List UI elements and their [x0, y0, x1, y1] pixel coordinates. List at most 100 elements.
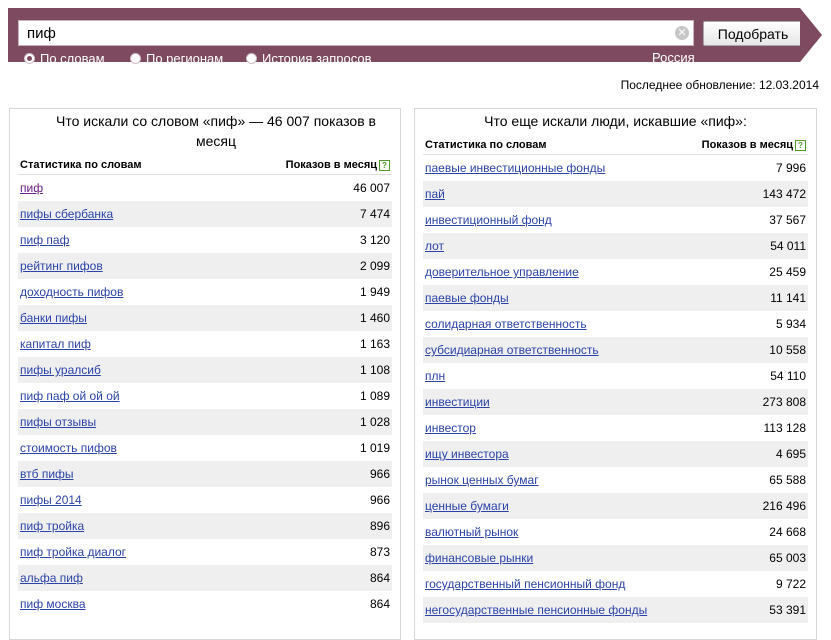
panel-title: Что искали со словом «пиф» — 46 007 пока…: [56, 113, 376, 149]
impressions-count: 864: [369, 571, 390, 585]
impressions-count: 2 099: [359, 259, 390, 273]
keyword-link[interactable]: пиф москва: [20, 591, 86, 617]
keyword-link[interactable]: пифы отзывы: [20, 409, 96, 435]
related-table: паевые инвестиционные фонды 7 996 пай 143 4…: [423, 155, 808, 623]
table-row: инвестиции 273 808: [423, 389, 808, 415]
table-row: субсидиарная ответственность 10 558: [423, 337, 808, 363]
keyword-link[interactable]: плн: [425, 363, 445, 389]
keyword-link[interactable]: паевые инвестиционные фонды: [425, 155, 605, 181]
table-row: альфа пиф 864: [18, 565, 392, 591]
impressions-count: 10 558: [769, 343, 806, 357]
keyword-link[interactable]: стоимость пифов: [20, 435, 117, 461]
keyword-link[interactable]: субсидиарная ответственность: [425, 337, 599, 363]
words-table: пиф 46 007 пифы сбербанка 7 474 пиф паф 3 120…: [18, 175, 392, 617]
table-row: паевые фонды 11 141: [423, 285, 808, 311]
keyword-link[interactable]: втб пифы: [20, 461, 74, 487]
impressions-count: 11 141: [770, 291, 806, 305]
keyword-link[interactable]: пифы сбербанка: [20, 201, 113, 227]
search-input[interactable]: [18, 20, 694, 46]
keyword-link[interactable]: пиф паф: [20, 227, 69, 253]
impressions-count: 1 089: [359, 389, 390, 403]
impressions-count: 273 808: [762, 395, 806, 409]
table-row: пиф паф 3 120: [18, 227, 392, 253]
impressions-count: 37 567: [769, 213, 806, 227]
radio-checked-icon[interactable]: [24, 53, 35, 64]
keyword-link[interactable]: паевые фонды: [425, 285, 509, 311]
table-row: лот 54 011: [423, 233, 808, 259]
search-bar: ✕ Подобрать По словам По регионам Истори…: [8, 8, 803, 66]
keyword-link[interactable]: пиф паф ой ой ой: [20, 383, 120, 409]
impressions-count: 65 003: [769, 551, 806, 565]
impressions-count: 53 391: [769, 603, 806, 617]
words-panel: Что искали со словом «пиф» — 46 007 пока…: [9, 108, 401, 640]
table-row: пиф паф ой ой ой 1 089: [18, 383, 392, 409]
impressions-count: 3 120: [359, 233, 390, 247]
radio-label: По регионам: [146, 51, 224, 66]
keyword-link[interactable]: пиф тройка диалог: [20, 539, 126, 565]
impressions-count: 25 459: [769, 265, 806, 279]
column-count: Показов в месяц?: [702, 139, 806, 151]
radio-query-history[interactable]: История запросов: [246, 52, 372, 66]
keyword-link[interactable]: лот: [425, 233, 444, 259]
keyword-link[interactable]: капитал пиф: [20, 331, 91, 357]
keyword-link[interactable]: валютный рынок: [425, 519, 518, 545]
impressions-count: 1 460: [359, 311, 390, 325]
impressions-count: 1 028: [359, 415, 390, 429]
column-keyword: Статистика по словам: [20, 159, 142, 171]
keyword-link[interactable]: ценные бумаги: [425, 493, 509, 519]
keyword-link[interactable]: пай: [425, 181, 445, 207]
table-row: доходность пифов 1 949: [18, 279, 392, 305]
table-row: рейтинг пифов 2 099: [18, 253, 392, 279]
keyword-link[interactable]: доверительное управление: [425, 259, 579, 285]
table-row: пифы отзывы 1 028: [18, 409, 392, 435]
table-header: Статистика по словам Показов в месяц?: [423, 137, 808, 155]
impressions-count: 1 949: [359, 285, 390, 299]
search-bar-arrow: [800, 8, 822, 62]
table-row: пифы сбербанка 7 474: [18, 201, 392, 227]
radio-unchecked-icon[interactable]: [246, 53, 257, 64]
keyword-link[interactable]: инвестор: [425, 415, 476, 441]
radio-by-regions[interactable]: По регионам: [130, 52, 223, 66]
region-link[interactable]: Россия: [652, 51, 695, 65]
impressions-count: 9 722: [775, 577, 806, 591]
impressions-count: 966: [369, 467, 390, 481]
submit-button[interactable]: Подобрать: [703, 21, 803, 46]
radio-unchecked-icon[interactable]: [130, 53, 141, 64]
keyword-link[interactable]: доходность пифов: [20, 279, 123, 305]
keyword-link[interactable]: негосударственные пенсионные фонды: [425, 597, 647, 623]
table-row: ценные бумаги 216 496: [423, 493, 808, 519]
impressions-count: 896: [369, 519, 390, 533]
radio-label: История запросов: [262, 51, 372, 66]
table-row: стоимость пифов 1 019: [18, 435, 392, 461]
impressions-count: 966: [369, 493, 390, 507]
keyword-link[interactable]: пифы 2014: [20, 487, 82, 513]
keyword-link[interactable]: рынок ценных бумаг: [425, 467, 539, 493]
keyword-link[interactable]: банки пифы: [20, 305, 87, 331]
clear-icon[interactable]: ✕: [675, 26, 689, 40]
keyword-link[interactable]: ищу инвестора: [425, 441, 509, 467]
keyword-link[interactable]: пиф: [20, 175, 43, 201]
impressions-count: 5 934: [775, 317, 806, 331]
keyword-link[interactable]: инвестиционный фонд: [425, 207, 552, 233]
keyword-link[interactable]: государственный пенсионный фонд: [425, 571, 625, 597]
keyword-link[interactable]: пиф тройка: [20, 513, 84, 539]
impressions-count: 24 668: [769, 525, 806, 539]
impressions-count: 7 996: [775, 161, 806, 175]
impressions-count: 7 474: [359, 207, 390, 221]
keyword-link[interactable]: рейтинг пифов: [20, 253, 103, 279]
keyword-link[interactable]: пифы уралсиб: [20, 357, 101, 383]
table-row: пай 143 472: [423, 181, 808, 207]
help-icon[interactable]: ?: [379, 160, 390, 171]
keyword-link[interactable]: альфа пиф: [20, 565, 83, 591]
impressions-count: 1 019: [359, 441, 390, 455]
keyword-link[interactable]: солидарная ответственность: [425, 311, 587, 337]
table-row: ищу инвестора 4 695: [423, 441, 808, 467]
keyword-link[interactable]: финансовые рынки: [425, 545, 533, 571]
radio-by-words[interactable]: По словам: [24, 52, 105, 66]
help-icon[interactable]: ?: [795, 140, 806, 151]
impressions-count: 1 163: [359, 337, 390, 351]
column-count-label: Показов в месяц: [701, 139, 793, 151]
table-row: доверительное управление 25 459: [423, 259, 808, 285]
table-row: пиф тройка 896: [18, 513, 392, 539]
keyword-link[interactable]: инвестиции: [425, 389, 490, 415]
